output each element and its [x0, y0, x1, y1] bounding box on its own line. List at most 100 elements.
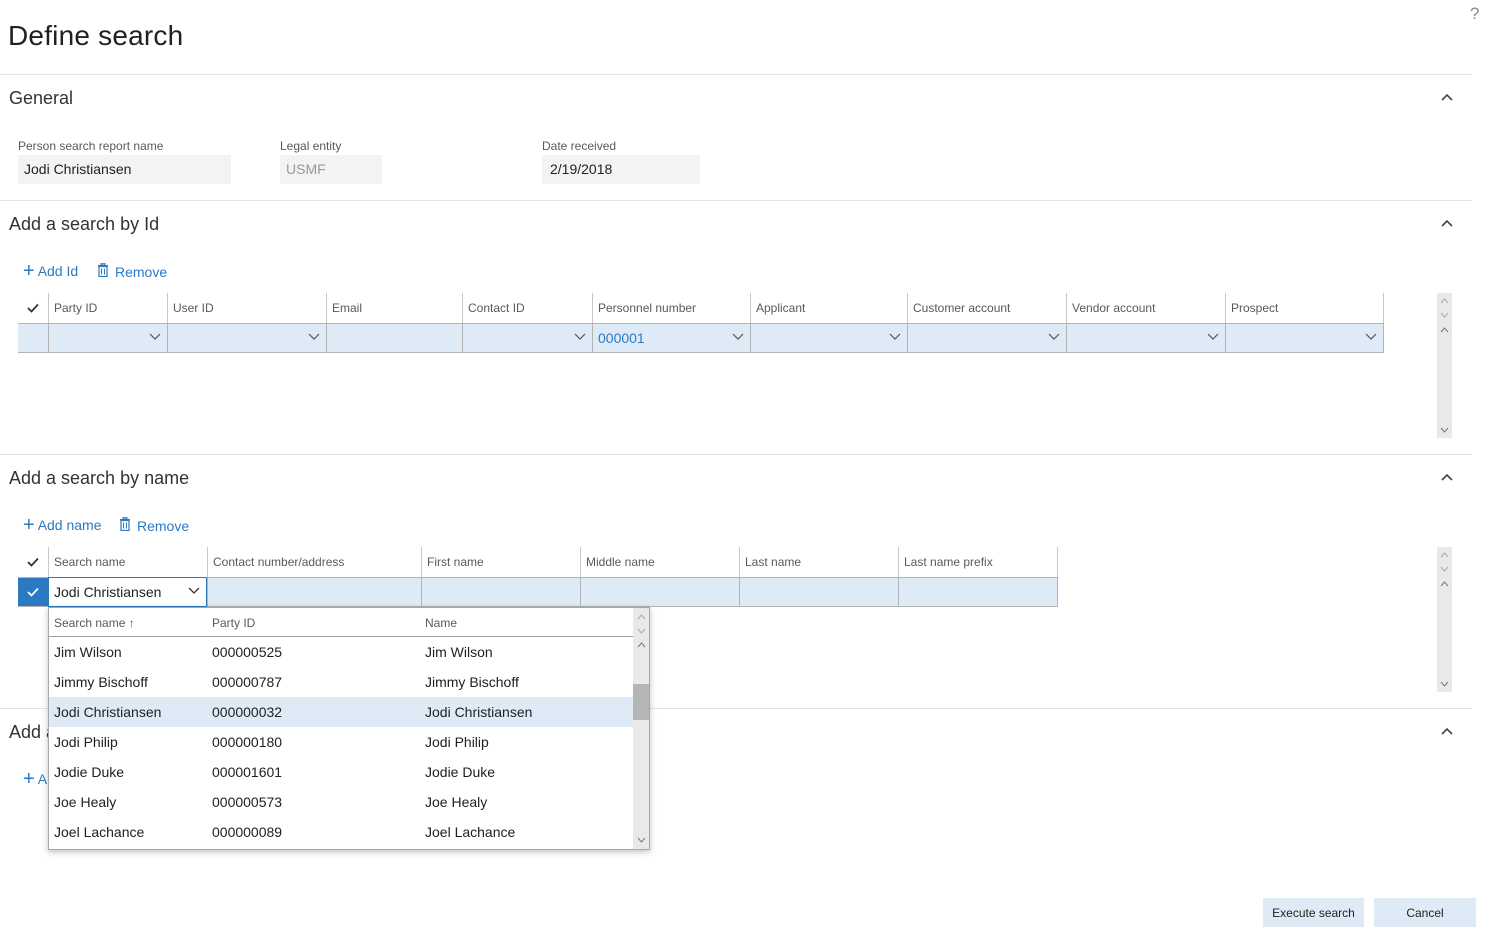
remove-id-button[interactable]: Remove — [97, 262, 167, 280]
lookup-row[interactable]: Joel Lachance 000000089 Joel Lachance — [49, 817, 633, 847]
party-id-cell[interactable] — [48, 324, 167, 352]
column-header-contact-id[interactable]: Contact ID — [462, 293, 592, 323]
lookup-row[interactable]: Jimmy Bischoff 000000787 Jimmy Bischoff — [49, 667, 633, 697]
select-all-checkbox[interactable] — [18, 293, 48, 323]
chevron-down-icon[interactable] — [574, 333, 586, 341]
section-title-search-by-id[interactable]: Add a search by Id — [9, 214, 159, 235]
chevron-down-icon[interactable] — [308, 333, 320, 341]
column-header-vendor-account[interactable]: Vendor account — [1066, 293, 1225, 323]
lookup-row[interactable]: Joe Healy 000000573 Joe Healy — [49, 787, 633, 817]
chevron-down-icon[interactable] — [1207, 333, 1219, 341]
scroll-thumb[interactable] — [633, 684, 649, 720]
search-by-id-scrollbar[interactable] — [1437, 293, 1452, 438]
help-icon[interactable]: ? — [1470, 4, 1479, 24]
add-id-button[interactable]: + Add Id — [23, 261, 78, 281]
section-title-search-by-name[interactable]: Add a search by name — [9, 468, 189, 489]
scroll-next-icon[interactable] — [1440, 565, 1449, 573]
scroll-down-icon[interactable] — [637, 836, 646, 844]
column-header-applicant[interactable]: Applicant — [750, 293, 907, 323]
chevron-down-icon[interactable] — [732, 333, 744, 341]
column-header-contact-number[interactable]: Contact number/address — [207, 547, 421, 577]
lookup-cell-search-name: Jim Wilson — [54, 644, 122, 660]
chevron-up-icon — [1441, 727, 1453, 735]
add-button-partial[interactable]: + A — [23, 769, 47, 789]
legal-entity-input: USMF — [280, 155, 382, 184]
report-name-input[interactable]: Jodi Christiansen — [18, 155, 231, 184]
report-name-label: Person search report name — [18, 139, 164, 153]
last-name-cell[interactable] — [739, 578, 898, 606]
add-name-button[interactable]: + Add name — [23, 514, 102, 536]
customer-account-cell[interactable] — [907, 324, 1066, 352]
remove-name-button[interactable]: Remove — [119, 516, 189, 534]
collapse-search-by-id-button[interactable] — [1440, 218, 1458, 232]
chevron-down-icon[interactable] — [1365, 333, 1377, 341]
checkmark-icon — [27, 303, 39, 313]
contact-id-cell[interactable] — [462, 324, 592, 352]
lookup-column-search-name[interactable]: Search name ↑ — [49, 608, 207, 636]
column-header-user-id[interactable]: User ID — [167, 293, 326, 323]
column-header-email[interactable]: Email — [326, 293, 462, 323]
search-name-lookup[interactable]: Search name ↑ Party ID Name Jim Wilson 00… — [48, 607, 650, 850]
table-row[interactable]: Jodi Christiansen — [18, 577, 1058, 607]
scroll-down-icon[interactable] — [1440, 426, 1449, 434]
table-row[interactable]: 000001 — [18, 323, 1384, 353]
scroll-down-icon[interactable] — [1440, 680, 1449, 688]
plus-icon: + — [23, 514, 35, 536]
last-name-prefix-cell[interactable] — [898, 578, 1057, 606]
applicant-cell[interactable] — [750, 324, 907, 352]
lookup-row[interactable]: Jodi Philip 000000180 Jodi Philip — [49, 727, 633, 757]
execute-search-button[interactable]: Execute search — [1263, 898, 1364, 927]
scroll-up-icon[interactable] — [1440, 580, 1449, 588]
column-header-prospect[interactable]: Prospect — [1225, 293, 1384, 323]
scroll-first-icon[interactable] — [1440, 297, 1449, 305]
scroll-up-icon[interactable] — [637, 641, 646, 649]
user-id-cell[interactable] — [167, 324, 326, 352]
first-name-cell[interactable] — [421, 578, 580, 606]
lookup-cell-party-id: 000000525 — [212, 644, 283, 660]
column-header-last-name[interactable]: Last name — [739, 547, 898, 577]
search-name-input[interactable]: Jodi Christiansen — [48, 577, 207, 607]
lookup-cell-search-name: Joel Lachance — [54, 824, 145, 840]
scroll-next-icon[interactable] — [1440, 311, 1449, 319]
select-all-checkbox[interactable] — [18, 547, 48, 577]
vendor-account-cell[interactable] — [1066, 324, 1225, 352]
collapse-search-by-name-button[interactable] — [1440, 472, 1458, 486]
cancel-button[interactable]: Cancel — [1374, 898, 1476, 927]
column-header-middle-name[interactable]: Middle name — [580, 547, 739, 577]
checkmark-icon — [27, 557, 39, 567]
column-header-search-name[interactable]: Search name — [48, 547, 207, 577]
scroll-first-icon[interactable] — [637, 613, 646, 621]
column-header-customer-account[interactable]: Customer account — [907, 293, 1066, 323]
scroll-next-icon[interactable] — [637, 627, 646, 635]
chevron-down-icon[interactable] — [188, 587, 200, 595]
chevron-down-icon[interactable] — [149, 333, 161, 341]
column-header-party-id[interactable]: Party ID — [48, 293, 167, 323]
scroll-first-icon[interactable] — [1440, 551, 1449, 559]
email-cell[interactable] — [326, 324, 462, 352]
personnel-number-cell[interactable]: 000001 — [592, 324, 750, 352]
row-select-checkbox[interactable] — [18, 324, 48, 352]
collapse-general-button[interactable] — [1440, 92, 1458, 106]
lookup-column-party-id[interactable]: Party ID — [207, 608, 420, 636]
lookup-column-name[interactable]: Name — [420, 608, 620, 636]
lookup-row[interactable]: Jodie Duke 000001601 Jodie Duke — [49, 757, 633, 787]
prospect-cell[interactable] — [1225, 324, 1383, 352]
middle-name-cell[interactable] — [580, 578, 739, 606]
search-by-name-scrollbar[interactable] — [1437, 547, 1452, 692]
lookup-row[interactable]: Jim Wilson 000000525 Jim Wilson — [49, 637, 633, 667]
section-title-general[interactable]: General — [9, 88, 73, 109]
lookup-cell-search-name: Jimmy Bischoff — [54, 674, 148, 690]
chevron-down-icon[interactable] — [1048, 333, 1060, 341]
contact-number-cell[interactable] — [207, 578, 421, 606]
column-header-personnel-number[interactable]: Personnel number — [592, 293, 750, 323]
collapse-section-button[interactable] — [1440, 726, 1458, 740]
personnel-number-value[interactable]: 000001 — [598, 330, 645, 346]
scroll-up-icon[interactable] — [1440, 326, 1449, 334]
chevron-down-icon[interactable] — [889, 333, 901, 341]
date-received-input[interactable]: 2/19/2018 — [542, 155, 700, 184]
row-select-checkbox[interactable] — [18, 578, 48, 606]
column-header-first-name[interactable]: First name — [421, 547, 580, 577]
lookup-row[interactable]: Jodi Christiansen 000000032 Jodi Christian… — [49, 697, 633, 727]
lookup-scrollbar[interactable] — [633, 608, 649, 849]
column-header-last-name-prefix[interactable]: Last name prefix — [898, 547, 1058, 577]
